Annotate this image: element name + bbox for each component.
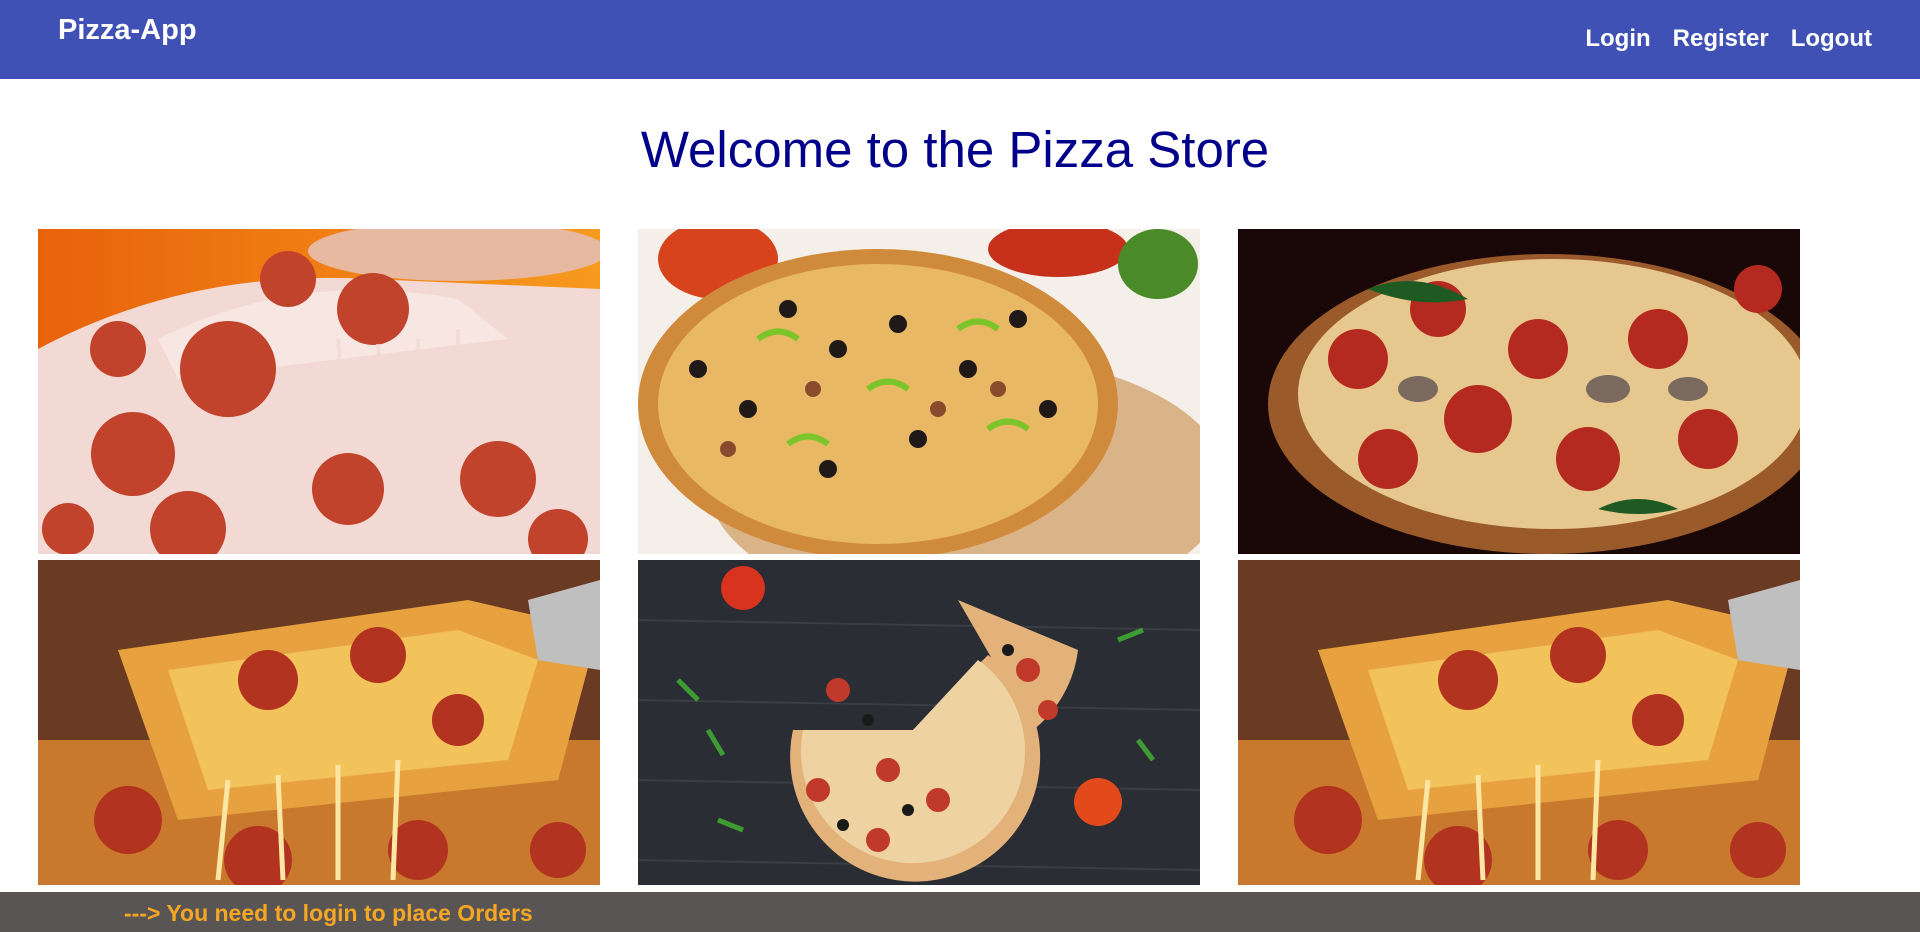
brand-logo-link[interactable]: Pizza-App [58,12,197,48]
top-navbar: Pizza-App Login Register Logout [0,0,1920,79]
login-notice-message: ---> You need to login to place Orders [124,900,533,926]
nav-register-link[interactable]: Register [1673,24,1769,54]
pizza-image-1 [38,229,600,554]
pizza-image-3 [1238,229,1800,554]
pizza-image-6 [1238,560,1800,885]
nav-login-link[interactable]: Login [1585,24,1650,54]
pizza-image-4 [38,560,600,885]
pizza-image-5 [638,560,1200,885]
page-title: Welcome to the Pizza Store [640,121,1270,178]
nav-links: Login Register Logout [1585,24,1872,54]
nav-logout-link[interactable]: Logout [1791,24,1872,54]
pizza-image-2 [638,229,1200,554]
login-notice-bar: ---> You need to login to place Orders [0,892,1920,932]
